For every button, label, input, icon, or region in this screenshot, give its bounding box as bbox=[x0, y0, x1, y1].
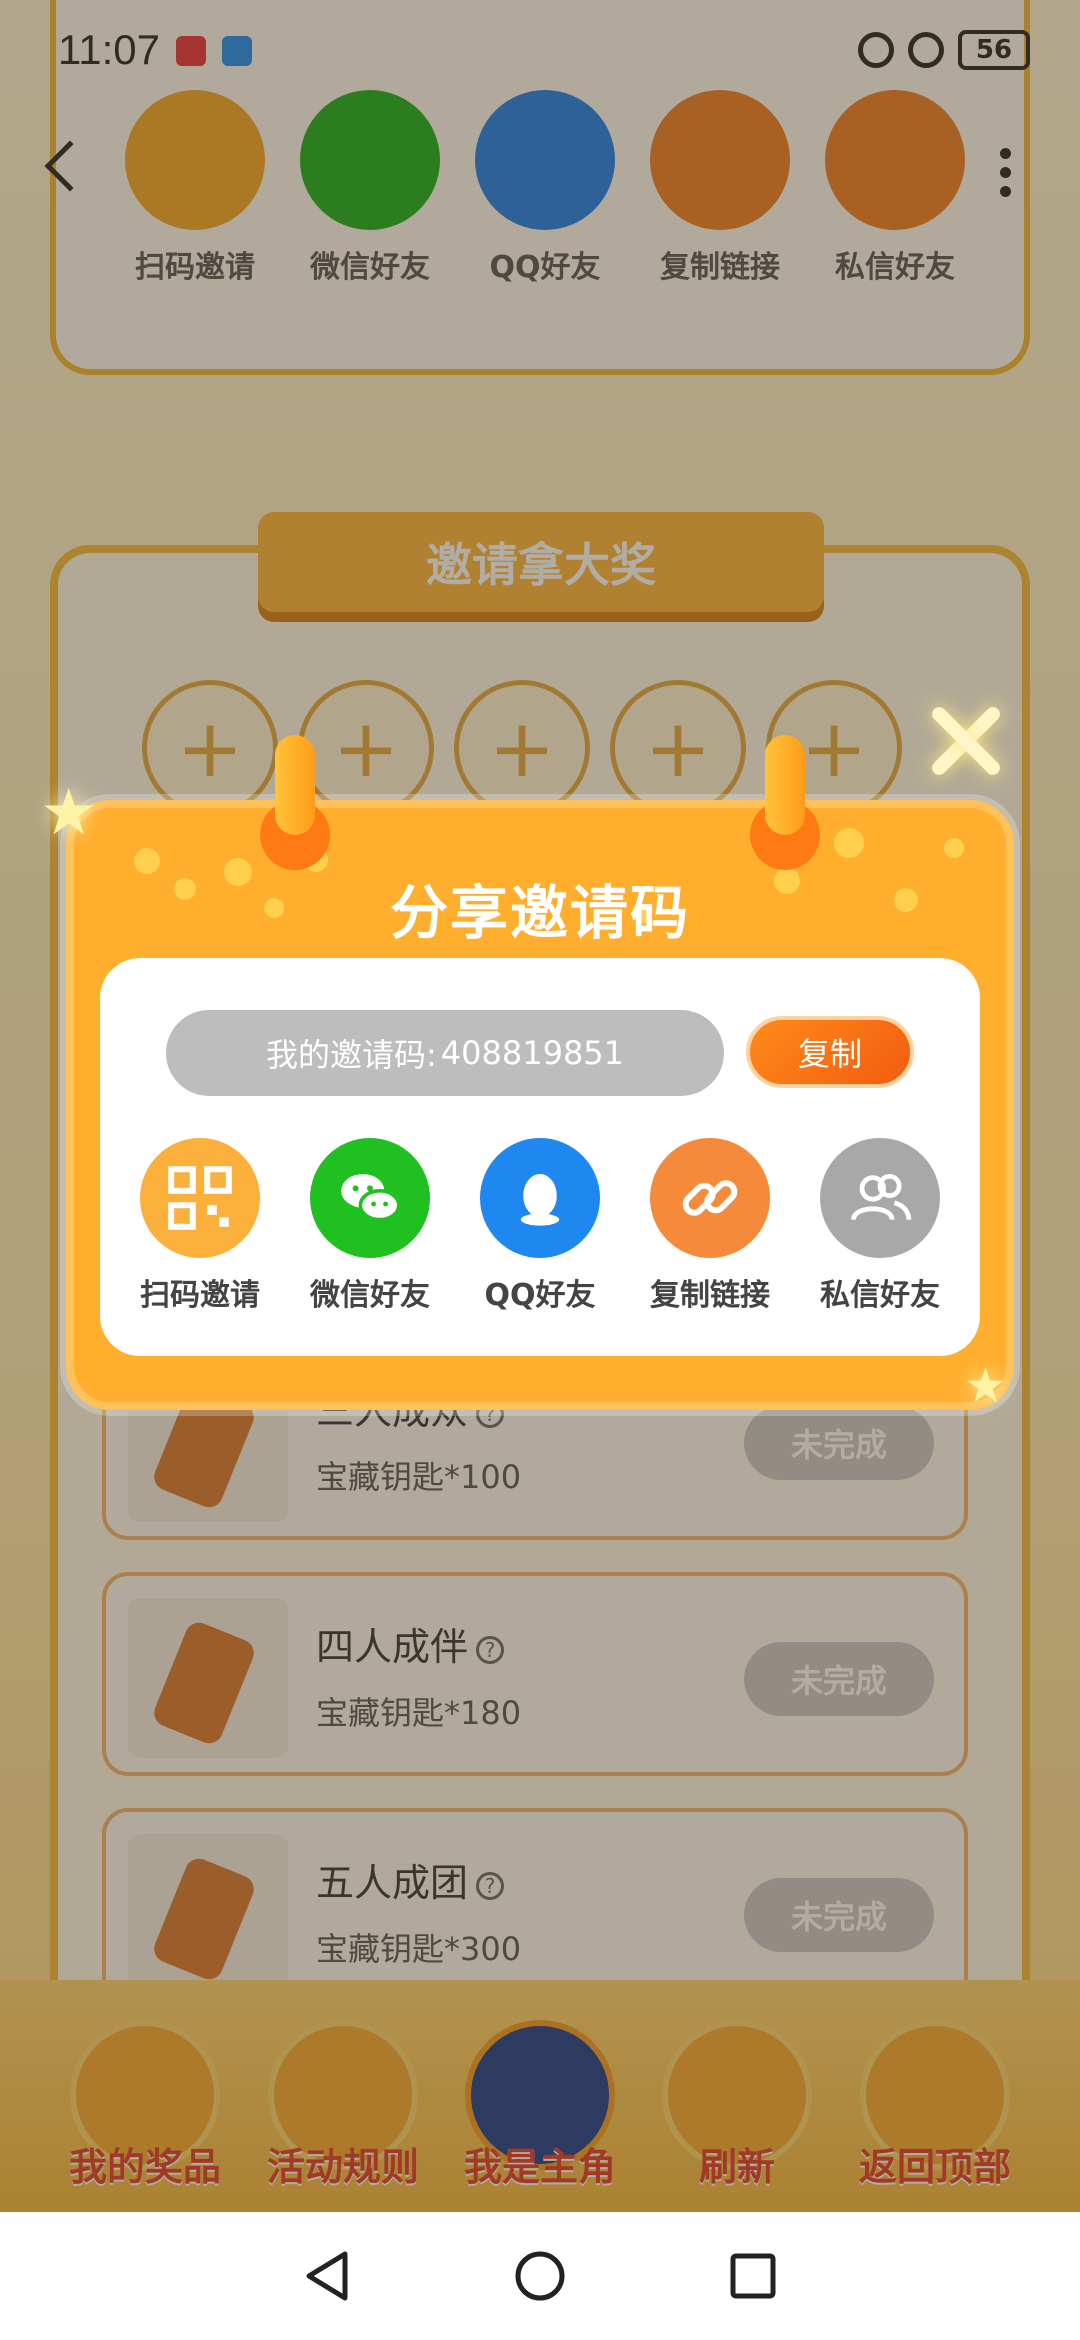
share-label: 复制链接 bbox=[650, 1278, 770, 1313]
invite-code-label: 我的邀请码: bbox=[265, 1036, 437, 1074]
star-icon: ★ bbox=[40, 776, 98, 850]
share-label: 微信好友 bbox=[310, 1278, 430, 1313]
share-options: 扫码邀请 微信好友 QQ好友 复制链接 私信好友 bbox=[120, 1138, 960, 1314]
star-icon: ★ bbox=[964, 1358, 1008, 1414]
pin-right bbox=[765, 735, 805, 835]
copy-code-button[interactable]: 复制 bbox=[746, 1016, 914, 1088]
share-label: 扫码邀请 bbox=[140, 1278, 260, 1313]
share-wechat[interactable]: 微信好友 bbox=[290, 1138, 450, 1314]
invite-code-field: 我的邀请码: 408819851 bbox=[166, 1010, 724, 1096]
wechat-icon bbox=[310, 1138, 430, 1258]
qr-code-icon bbox=[140, 1138, 260, 1258]
friends-icon bbox=[820, 1138, 940, 1258]
share-copy-link[interactable]: 复制链接 bbox=[630, 1138, 790, 1314]
nav-recents-icon[interactable] bbox=[723, 2246, 783, 2306]
share-label: 私信好友 bbox=[820, 1278, 940, 1313]
share-qq[interactable]: QQ好友 bbox=[460, 1138, 620, 1314]
share-invite-modal: 分享邀请码 我的邀请码: 408819851 复制 扫码邀请 微信好友 QQ好友… bbox=[66, 800, 1014, 1410]
close-icon[interactable] bbox=[925, 700, 1005, 780]
modal-content: 我的邀请码: 408819851 复制 扫码邀请 微信好友 QQ好友 复制链接 … bbox=[100, 958, 980, 1356]
system-nav-bar bbox=[0, 2212, 1080, 2340]
link-icon bbox=[650, 1138, 770, 1258]
qq-icon bbox=[480, 1138, 600, 1258]
nav-home-icon[interactable] bbox=[510, 2246, 570, 2306]
pin-left bbox=[275, 735, 315, 835]
share-private-message[interactable]: 私信好友 bbox=[800, 1138, 960, 1314]
invite-code-value: 408819851 bbox=[440, 1034, 625, 1072]
nav-back-icon[interactable] bbox=[297, 2246, 357, 2306]
share-label: QQ好友 bbox=[484, 1278, 596, 1313]
modal-title: 分享邀请码 bbox=[389, 879, 690, 947]
share-qr-invite[interactable]: 扫码邀请 bbox=[120, 1138, 280, 1314]
